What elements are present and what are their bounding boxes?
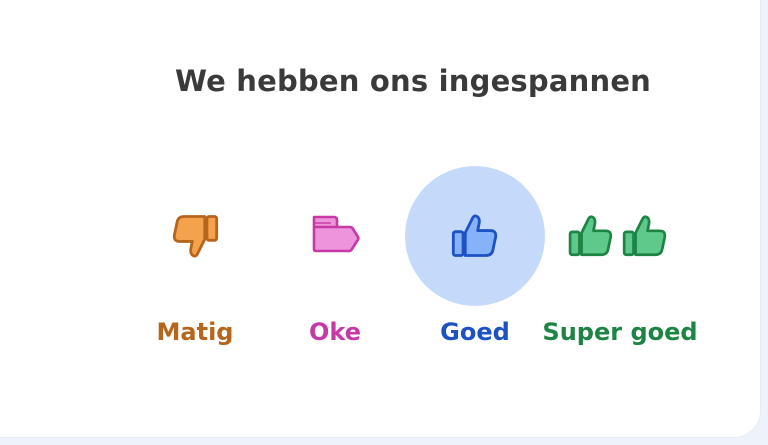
thumbs-down-icon (172, 215, 219, 258)
thumbs-sideways-icon (312, 215, 360, 253)
rating-option-super-goed-icon-area[interactable] (550, 166, 690, 306)
rating-option-matig-icon-area[interactable] (125, 166, 265, 306)
rating-option-oke-icon-area[interactable] (265, 166, 405, 306)
double-thumbs-up-icon (568, 215, 667, 257)
question-title: We hebben ons ingespannen (174, 64, 652, 98)
selected-highlight-circle[interactable] (405, 166, 545, 306)
thumbs-up-icon (451, 214, 498, 257)
rating-card: We hebben ons ingespannen Matig Oke Goed… (0, 0, 760, 437)
rating-option-label: Super goed (542, 318, 698, 346)
rating-option-super-goed[interactable]: Super goed (542, 166, 698, 366)
